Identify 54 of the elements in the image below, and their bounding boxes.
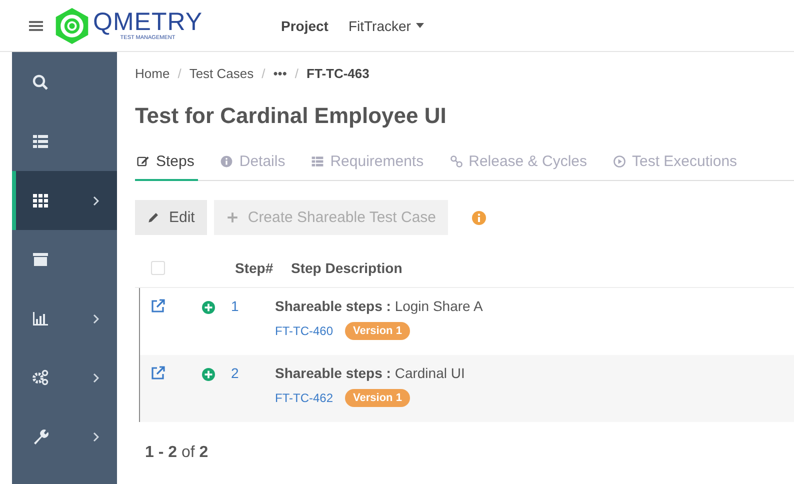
sidebar-item[interactable]: [12, 171, 117, 230]
test-case-link[interactable]: FT-TC-460: [275, 324, 334, 338]
chevron-icon: [93, 196, 99, 206]
external-link-icon[interactable]: [150, 298, 166, 314]
nav-link[interactable]: FitTracker: [348, 18, 424, 34]
step-number: 2: [230, 365, 240, 383]
plus-icon: [226, 211, 239, 224]
edit-button[interactable]: Edit: [135, 200, 207, 235]
grid-icon: [32, 192, 49, 209]
pencil-icon: [147, 211, 160, 224]
chart-icon: [32, 310, 49, 327]
info-icon[interactable]: [471, 210, 488, 226]
step-label: Shareable steps :: [275, 298, 391, 314]
breadcrumb-link[interactable]: FT-TC-463: [306, 66, 370, 81]
play-icon: [613, 155, 626, 168]
breadcrumb-separator: /: [178, 66, 182, 81]
logo-icon: [53, 6, 91, 44]
column-header: Step#: [235, 260, 274, 276]
logo-name: QMETRY: [93, 10, 202, 35]
gears-icon: [32, 369, 49, 386]
edit-icon: [137, 155, 150, 168]
search-icon: [32, 74, 49, 91]
breadcrumb-separator: /: [262, 66, 266, 81]
page-title: Test for Cardinal Employee UI: [135, 103, 448, 129]
breadcrumb-link[interactable]: Test Cases: [189, 66, 254, 81]
pagination-text: 1 - 2 of 2: [145, 444, 210, 462]
breadcrumb-link[interactable]: •••: [273, 66, 287, 81]
info-icon: [220, 155, 234, 168]
step-number: 1: [230, 298, 240, 316]
add-circle-icon[interactable]: [202, 301, 215, 314]
add-circle-icon[interactable]: [202, 368, 215, 381]
menu-icon[interactable]: [29, 20, 43, 32]
link-icon: [450, 155, 463, 168]
chevron-icon: [93, 372, 99, 382]
breadcrumb-separator: /: [294, 66, 299, 81]
column-header: Step Description: [291, 260, 402, 276]
version-badge: Version 1: [345, 389, 410, 407]
wrench-icon: [32, 428, 49, 445]
version-badge: Version 1: [345, 322, 410, 340]
caret-icon: [416, 23, 424, 28]
step-description: Cardinal UI: [394, 365, 465, 381]
archive-icon: [32, 251, 49, 268]
external-link-icon[interactable]: [150, 365, 166, 381]
nav-link[interactable]: Project: [281, 18, 328, 34]
step-label: Shareable steps :: [275, 365, 391, 381]
tab[interactable]: Steps: [135, 153, 198, 181]
breadcrumb-link[interactable]: Home: [135, 66, 170, 81]
select-all-checkbox[interactable]: [151, 261, 165, 275]
step-description: Login Share A: [394, 298, 483, 314]
list-icon: [311, 155, 324, 168]
list-icon: [32, 133, 49, 150]
test-case-link[interactable]: FT-TC-462: [275, 391, 334, 405]
chevron-icon: [93, 432, 99, 442]
chevron-icon: [93, 314, 99, 324]
